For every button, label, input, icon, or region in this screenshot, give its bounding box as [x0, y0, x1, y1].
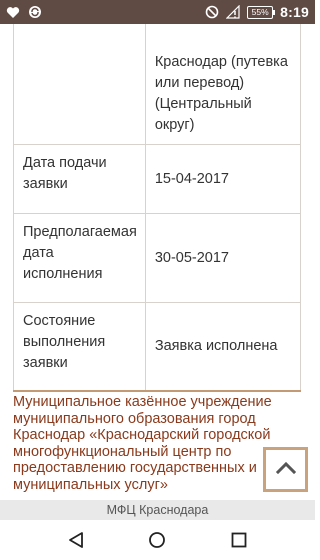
- navigation-bar: [0, 520, 315, 560]
- row-value: 30-05-2017: [145, 213, 302, 303]
- row-value: Краснодар (путевка или перевод) (Централ…: [145, 24, 302, 145]
- recents-button[interactable]: [219, 520, 259, 560]
- chevron-up-icon: [275, 460, 296, 479]
- sync-icon: [28, 5, 42, 19]
- organization-footer-text: Муниципальное казённое учреждение муници…: [13, 394, 272, 493]
- page-content[interactable]: Краснодар (путевка или перевод) (Централ…: [0, 24, 315, 500]
- do-not-disturb-icon: [205, 5, 219, 19]
- home-button[interactable]: [137, 520, 177, 560]
- back-icon: [68, 532, 83, 548]
- heart-icon: [6, 5, 20, 19]
- scroll-to-top-button[interactable]: [263, 447, 308, 492]
- row-value-text: Краснодар (путевка или перевод) (Централ…: [154, 54, 288, 133]
- site-name-bar: МФЦ Краснодара: [0, 500, 315, 520]
- table-row: Предполагаемая дата исполнения 30-05-201…: [13, 213, 302, 303]
- row-label: Состояние выполнения заявки: [13, 302, 146, 392]
- row-label: [13, 24, 146, 145]
- table-row: Краснодар (путевка или перевод) (Централ…: [13, 24, 302, 145]
- row-value: 15-04-2017: [145, 144, 302, 214]
- table-row: Состояние выполнения заявки Заявка испол…: [13, 302, 302, 392]
- battery-icon: 55%: [247, 5, 276, 19]
- status-bar: 55% 8:19: [0, 0, 315, 24]
- home-icon: [149, 532, 166, 548]
- signal-icon: [226, 5, 240, 19]
- application-info-table: Краснодар (путевка или перевод) (Централ…: [13, 24, 302, 392]
- table-row: Дата подачи заявки 15-04-2017: [13, 144, 302, 214]
- row-value: Заявка исполнена: [145, 302, 302, 392]
- recents-icon: [231, 532, 247, 548]
- site-name: МФЦ Краснодара: [106, 503, 209, 517]
- clock: 8:19: [280, 4, 309, 20]
- row-label: Предполагаемая дата исполнения: [13, 213, 146, 303]
- row-label: Дата подачи заявки: [13, 144, 146, 214]
- back-button[interactable]: [56, 520, 96, 560]
